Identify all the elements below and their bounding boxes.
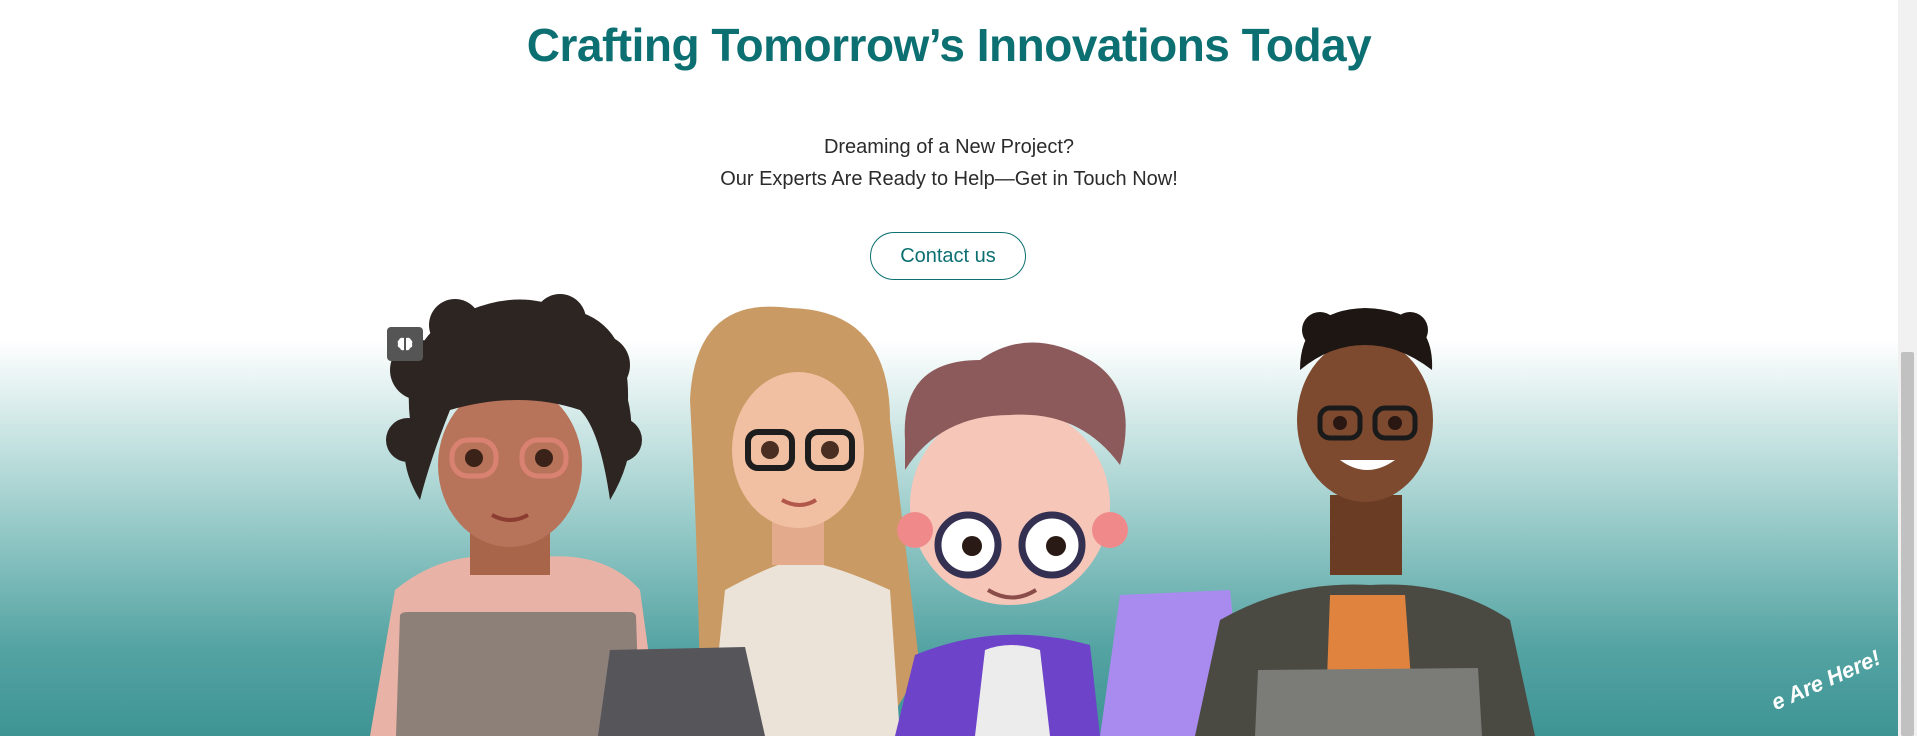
team-member-4-figure — [1195, 308, 1535, 736]
hero-subtitle: Dreaming of a New Project? Our Experts A… — [0, 131, 1898, 195]
hero-subtitle-line-2: Our Experts Are Ready to Help—Get in Tou… — [720, 168, 1178, 190]
team-illustration — [370, 294, 1535, 736]
team-member-3-figure — [895, 342, 1245, 736]
brain-icon — [397, 337, 413, 351]
team-member-2-figure — [598, 306, 920, 736]
hero-title: Crafting Tomorrow’s Innovations Today — [526, 19, 1372, 71]
contact-us-button[interactable]: Contact us — [870, 232, 1026, 280]
scrollbar-thumb[interactable] — [1901, 352, 1914, 736]
hero-subtitle-line-1: Dreaming of a New Project? — [823, 136, 1075, 158]
accessibility-widget-button[interactable] — [387, 327, 423, 361]
page: Crafting Tomorrow’s Innovations Today Dr… — [0, 0, 1898, 736]
